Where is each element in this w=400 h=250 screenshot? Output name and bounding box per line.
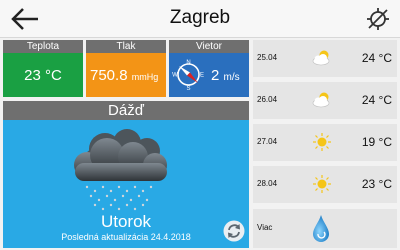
last-update-text: Posledná aktualizácia 24.4.2018 — [61, 232, 191, 242]
forecast-date: 27.04 — [257, 137, 278, 146]
day-name: Utorok — [100, 212, 152, 231]
pressure-label: Tlak — [86, 40, 166, 53]
forecast-row[interactable]: 26.04 24 °C — [253, 82, 397, 119]
forecast-date: 25.04 — [257, 53, 278, 62]
forecast-temp: 24 °C — [361, 93, 392, 107]
more-label: Viac — [257, 223, 273, 232]
refresh-button[interactable] — [223, 220, 245, 242]
wind-tile: Vietor N E S W 2 m/s — [169, 40, 249, 97]
forecast-row[interactable]: 28.04 23 °C — [253, 166, 397, 203]
temperature-value: 23 °C — [24, 67, 62, 84]
location-button[interactable] — [365, 6, 391, 32]
temperature-tile: Teplota 23 °C — [3, 40, 83, 97]
city-title: Zagreb — [169, 7, 231, 28]
svg-text:W: W — [172, 73, 178, 79]
forecast-temp: 19 °C — [361, 135, 392, 149]
sun-icon — [313, 175, 331, 193]
pressure-value: 750.8 — [90, 67, 128, 84]
current-condition-panel: Dážď Utorok Posledná aktualizácia 24.4.2… — [3, 101, 249, 248]
pressure-tile: Tlak 750.8 mmHg — [86, 40, 166, 97]
refresh-icon — [223, 220, 245, 242]
top-bar: Zagreb — [0, 0, 400, 38]
svg-text:S: S — [186, 86, 190, 91]
svg-text:N: N — [186, 60, 190, 66]
forecast-date: 26.04 — [257, 95, 278, 104]
temperature-label: Teplota — [3, 40, 83, 53]
forecast-row[interactable]: 25.04 24 °C — [253, 40, 397, 77]
pressure-unit: mmHg — [131, 72, 159, 82]
compass-icon: N E S W — [172, 60, 204, 91]
forecast-temp: 24 °C — [361, 51, 392, 65]
sun-icon — [313, 133, 331, 151]
forecast-date: 28.04 — [257, 179, 278, 188]
svg-text:E: E — [200, 73, 204, 79]
water-drop-icon — [313, 215, 329, 242]
rain-cloud-icon — [74, 129, 167, 211]
partly-cloudy-icon — [312, 50, 330, 66]
partly-cloudy-icon — [312, 92, 330, 108]
gps-off-icon — [367, 8, 389, 30]
more-button[interactable]: Viac — [253, 209, 397, 248]
wind-value: 2 — [211, 67, 220, 84]
wind-label: Vietor — [169, 40, 249, 53]
condition-label: Dážď — [3, 101, 249, 120]
forecast-row[interactable]: 27.04 19 °C — [253, 124, 397, 161]
forecast-temp: 23 °C — [361, 177, 392, 191]
wind-unit: m/s — [223, 72, 240, 83]
